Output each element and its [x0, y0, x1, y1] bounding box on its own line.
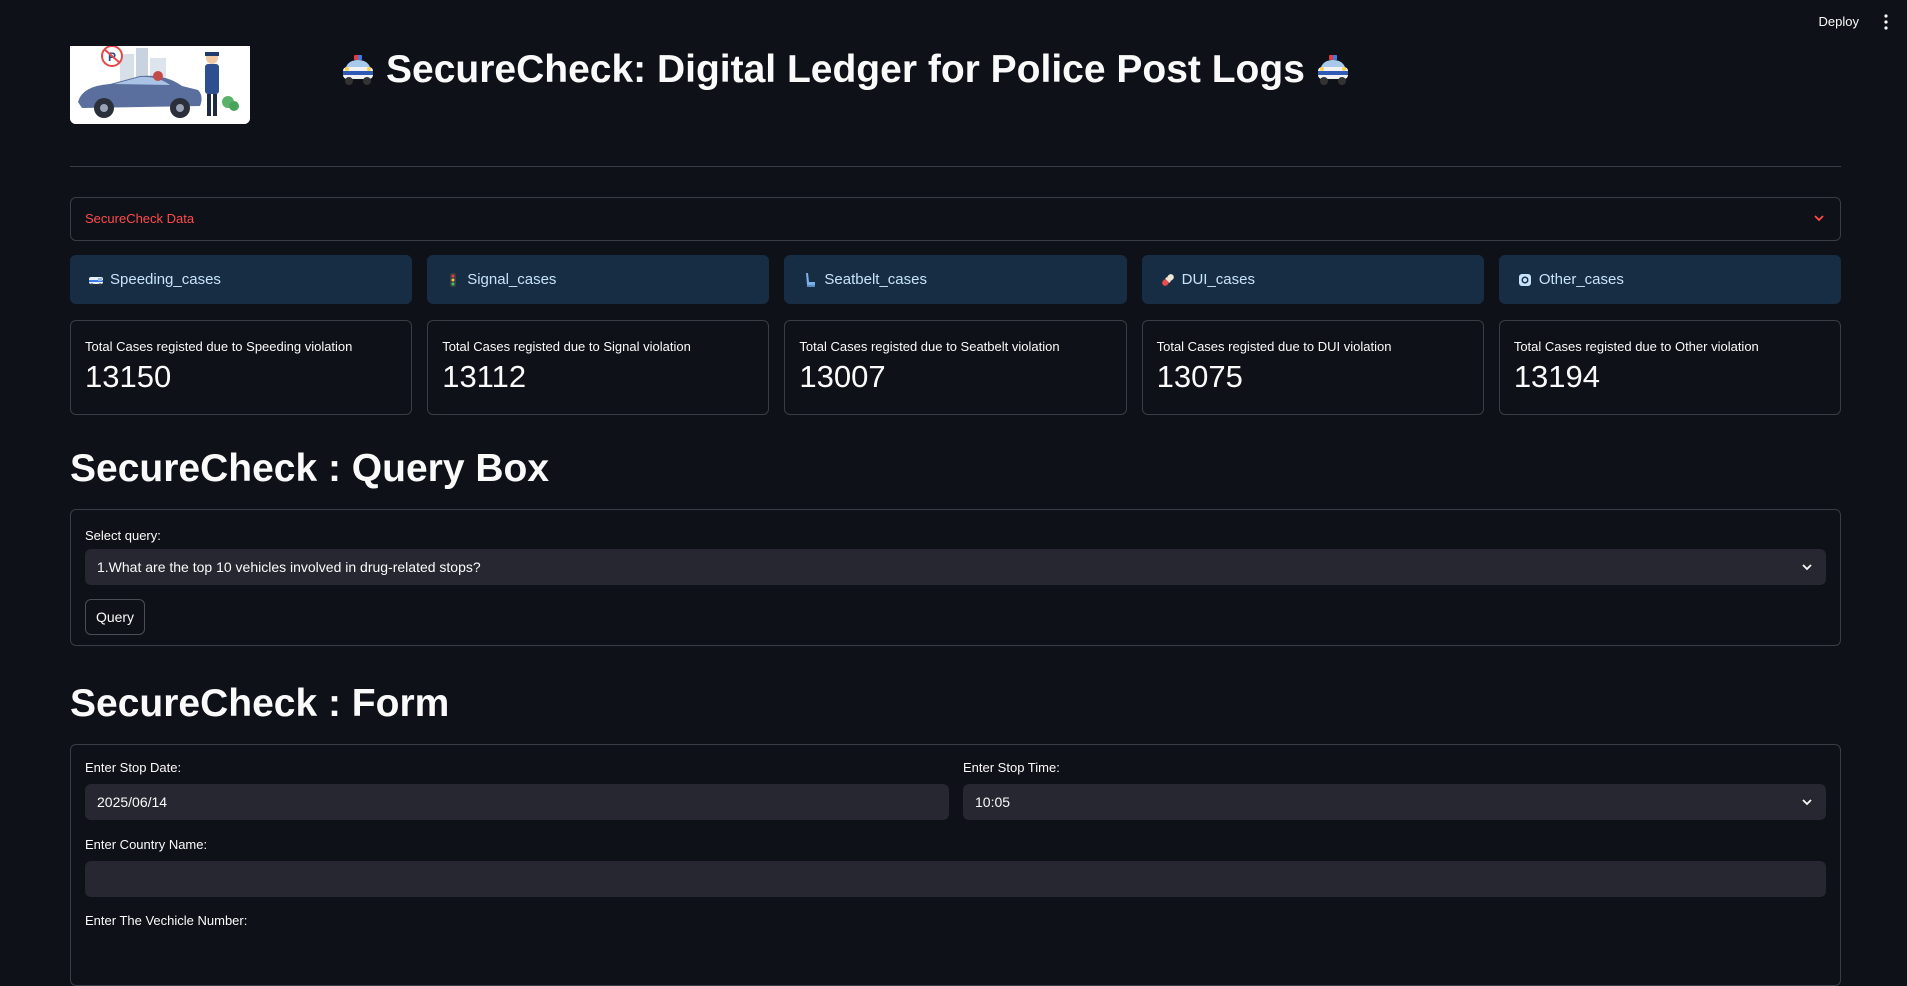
- main-content: P: [70, 46, 1842, 986]
- logo-image: P: [70, 46, 250, 124]
- tab-signal-cases[interactable]: Signal_cases: [427, 255, 770, 304]
- top-bar: Deploy: [0, 0, 1907, 46]
- metric-label: Total Cases registed due to Speeding vio…: [85, 339, 353, 354]
- metric-card-dui: Total Cases registed due to DUI violatio…: [1141, 320, 1484, 415]
- select-query-label: Select query:: [85, 528, 161, 543]
- traffic-light-icon: [450, 272, 457, 287]
- deploy-button[interactable]: Deploy: [1819, 14, 1859, 29]
- stop-date-label: Enter Stop Date:: [85, 760, 182, 775]
- page-title: SecureCheck: Digital Ledger for Police P…: [340, 48, 1351, 92]
- tab-label: Speeding_cases: [110, 271, 221, 288]
- form-heading: SecureCheck : Form: [70, 682, 450, 725]
- securecheck-data-expander[interactable]: SecureCheck Data: [70, 197, 1841, 241]
- divider: [70, 166, 1841, 167]
- stop-time-select[interactable]: 10:05: [963, 784, 1826, 820]
- metrics-row: Total Cases registed due to Speeding vio…: [70, 320, 1842, 415]
- tab-speeding-cases[interactable]: Speeding_cases: [70, 255, 413, 304]
- country-name-label: Enter Country Name:: [85, 837, 208, 852]
- tab-label: Seatbelt_cases: [824, 271, 927, 288]
- seat-icon: [806, 272, 816, 287]
- metric-value: 13007: [799, 359, 886, 394]
- tab-seatbelt-cases[interactable]: Seatbelt_cases: [784, 255, 1127, 304]
- tab-other-cases[interactable]: Other_cases: [1498, 255, 1842, 304]
- metric-card-seatbelt: Total Cases registed due to Seatbelt vio…: [784, 320, 1127, 415]
- stop-date-value: 2025/06/14: [97, 794, 168, 810]
- chevron-down-icon: [1802, 799, 1812, 806]
- query-button[interactable]: Query: [85, 599, 145, 635]
- query-box-heading: SecureCheck : Query Box: [70, 447, 550, 490]
- police-car-icon: [343, 55, 373, 85]
- kebab-menu-icon[interactable]: [1879, 12, 1893, 32]
- metric-card-other: Total Cases registed due to Other violat…: [1498, 320, 1842, 415]
- securecheck-form: Enter Stop Date: 2025/06/14 Enter Stop T…: [70, 744, 1841, 986]
- header: P: [70, 46, 1841, 126]
- pill-icon: [1161, 273, 1174, 286]
- metric-card-speeding: Total Cases registed due to Speeding vio…: [70, 320, 413, 415]
- ambulance-icon: [89, 276, 103, 287]
- tab-dui-cases[interactable]: DUI_cases: [1141, 255, 1484, 304]
- police-car-icon: [1317, 55, 1348, 85]
- query-select[interactable]: 1.What are the top 10 vehicles involved …: [85, 549, 1826, 585]
- chevron-down-icon: [1814, 215, 1824, 222]
- tab-label: DUI_cases: [1181, 271, 1255, 288]
- metric-label: Total Cases registed due to DUI violatio…: [1156, 339, 1392, 354]
- tab-label: Other_cases: [1538, 271, 1624, 288]
- metric-value: 13075: [1156, 359, 1243, 394]
- vehicle-number-label: Enter The Vechicle Number:: [85, 913, 248, 928]
- expander-label: SecureCheck Data: [85, 211, 195, 226]
- metric-label: Total Cases registed due to Other violat…: [1513, 339, 1759, 354]
- page-title-text: SecureCheck: Digital Ledger for Police P…: [386, 48, 1305, 91]
- stop-time-label: Enter Stop Time:: [963, 760, 1060, 775]
- stop-time-value: 10:05: [975, 794, 1011, 810]
- tab-label: Signal_cases: [467, 271, 557, 288]
- metric-card-signal: Total Cases registed due to Signal viola…: [427, 320, 770, 415]
- radio-button-icon: [1518, 273, 1531, 286]
- metric-label: Total Cases registed due to Signal viola…: [442, 339, 691, 354]
- query-box-form: Select query: 1.What are the top 10 vehi…: [70, 509, 1841, 646]
- metric-value: 13150: [85, 359, 172, 394]
- metric-value: 13194: [1513, 359, 1601, 394]
- metric-label: Total Cases registed due to Seatbelt vio…: [799, 339, 1060, 354]
- case-tabs: Speeding_cases Signal_cases Seatbelt_cas…: [70, 255, 1842, 304]
- metric-value: 13112: [442, 359, 527, 394]
- chevron-down-icon: [1802, 564, 1812, 571]
- country-name-input[interactable]: [85, 861, 1826, 897]
- query-select-value: 1.What are the top 10 vehicles involved …: [97, 559, 481, 575]
- stop-date-input[interactable]: 2025/06/14: [85, 784, 949, 820]
- traffic-police-illustration: P: [70, 46, 250, 124]
